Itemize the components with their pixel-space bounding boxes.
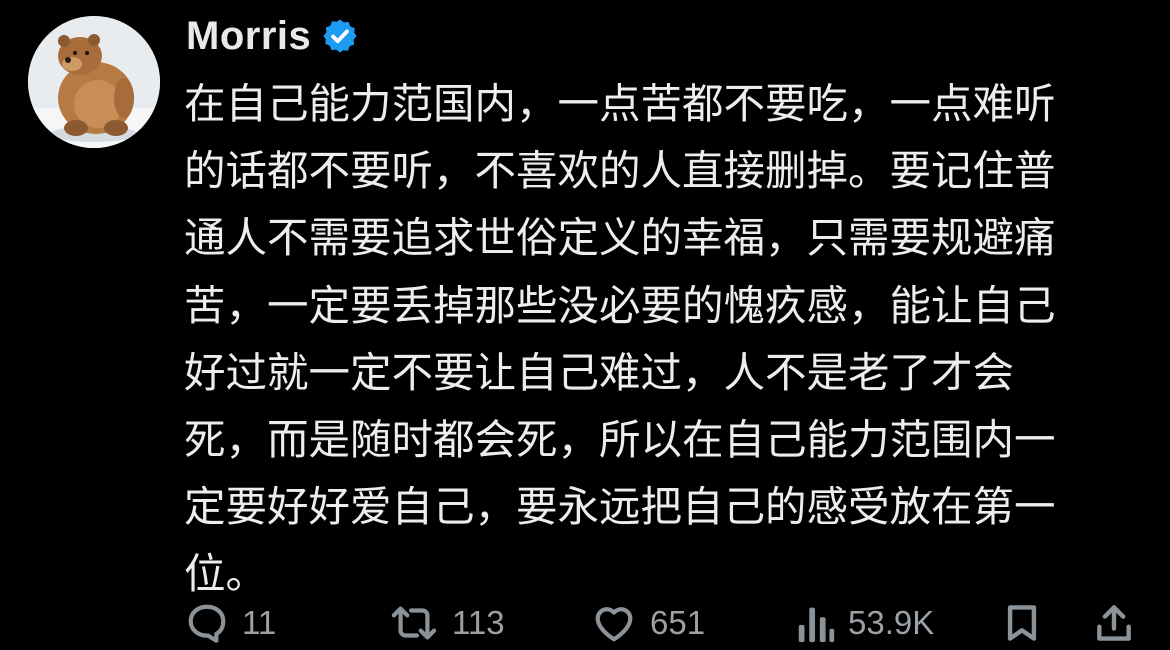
repost-count: 113 (452, 604, 505, 641)
bear-avatar-image (28, 16, 160, 148)
action-bar: 11 113 651 53.9K (184, 598, 1144, 648)
reply-button[interactable]: 11 (184, 598, 276, 648)
post-header: Morris (186, 10, 359, 62)
reply-count: 11 (242, 604, 277, 641)
share-upload-icon (1092, 600, 1136, 646)
post-text-line: 死，而是随时都会死，所以在自己能力范围内一 (184, 415, 1056, 465)
views-button[interactable]: 53.9K (796, 598, 934, 648)
share-button[interactable] (1092, 598, 1136, 648)
post-text-line: 苦，一定要丢掉那些没必要的愧疚感，能让自己 (184, 280, 1056, 330)
repost-arrows-icon (388, 600, 440, 646)
bookmark-button[interactable] (1000, 598, 1044, 648)
bookmark-icon (1000, 600, 1044, 646)
post-text-line: 在自己能力范国内，一点苦都不要吃，一点难听 (184, 79, 1056, 128)
post-text-line: 通人不需要追求世俗定义的幸福，只需要规避痛 (184, 213, 1056, 263)
bar-chart-icon (796, 600, 836, 646)
post-text: 在自己能力范国内，一点苦都不要吃，一点难听 的话都不要听，不喜欢的人直接删掉。要… (184, 70, 1144, 608)
views-count: 53.9K (848, 604, 935, 641)
author-name[interactable]: Morris (186, 14, 311, 59)
heart-icon (590, 600, 638, 646)
post-text-line: 好过就一定不要让自己难过，人不是老了才会 (184, 347, 1015, 397)
speech-bubble-icon (184, 600, 230, 646)
post: Morris 在自己能力范国内，一点苦都不要吃，一点难听 的话都不要听，不喜欢的… (0, 0, 1170, 650)
verified-badge-icon (321, 17, 359, 55)
post-text-line: 定要好好爱自己，要永远把自己的感受放在第一 (184, 482, 1056, 532)
avatar[interactable] (28, 16, 160, 148)
like-button[interactable]: 651 (590, 598, 705, 648)
repost-button[interactable]: 113 (388, 598, 505, 648)
like-count: 651 (650, 604, 706, 641)
post-text-line: 的话都不要听，不喜欢的人直接删掉。要记住普 (184, 146, 1056, 196)
